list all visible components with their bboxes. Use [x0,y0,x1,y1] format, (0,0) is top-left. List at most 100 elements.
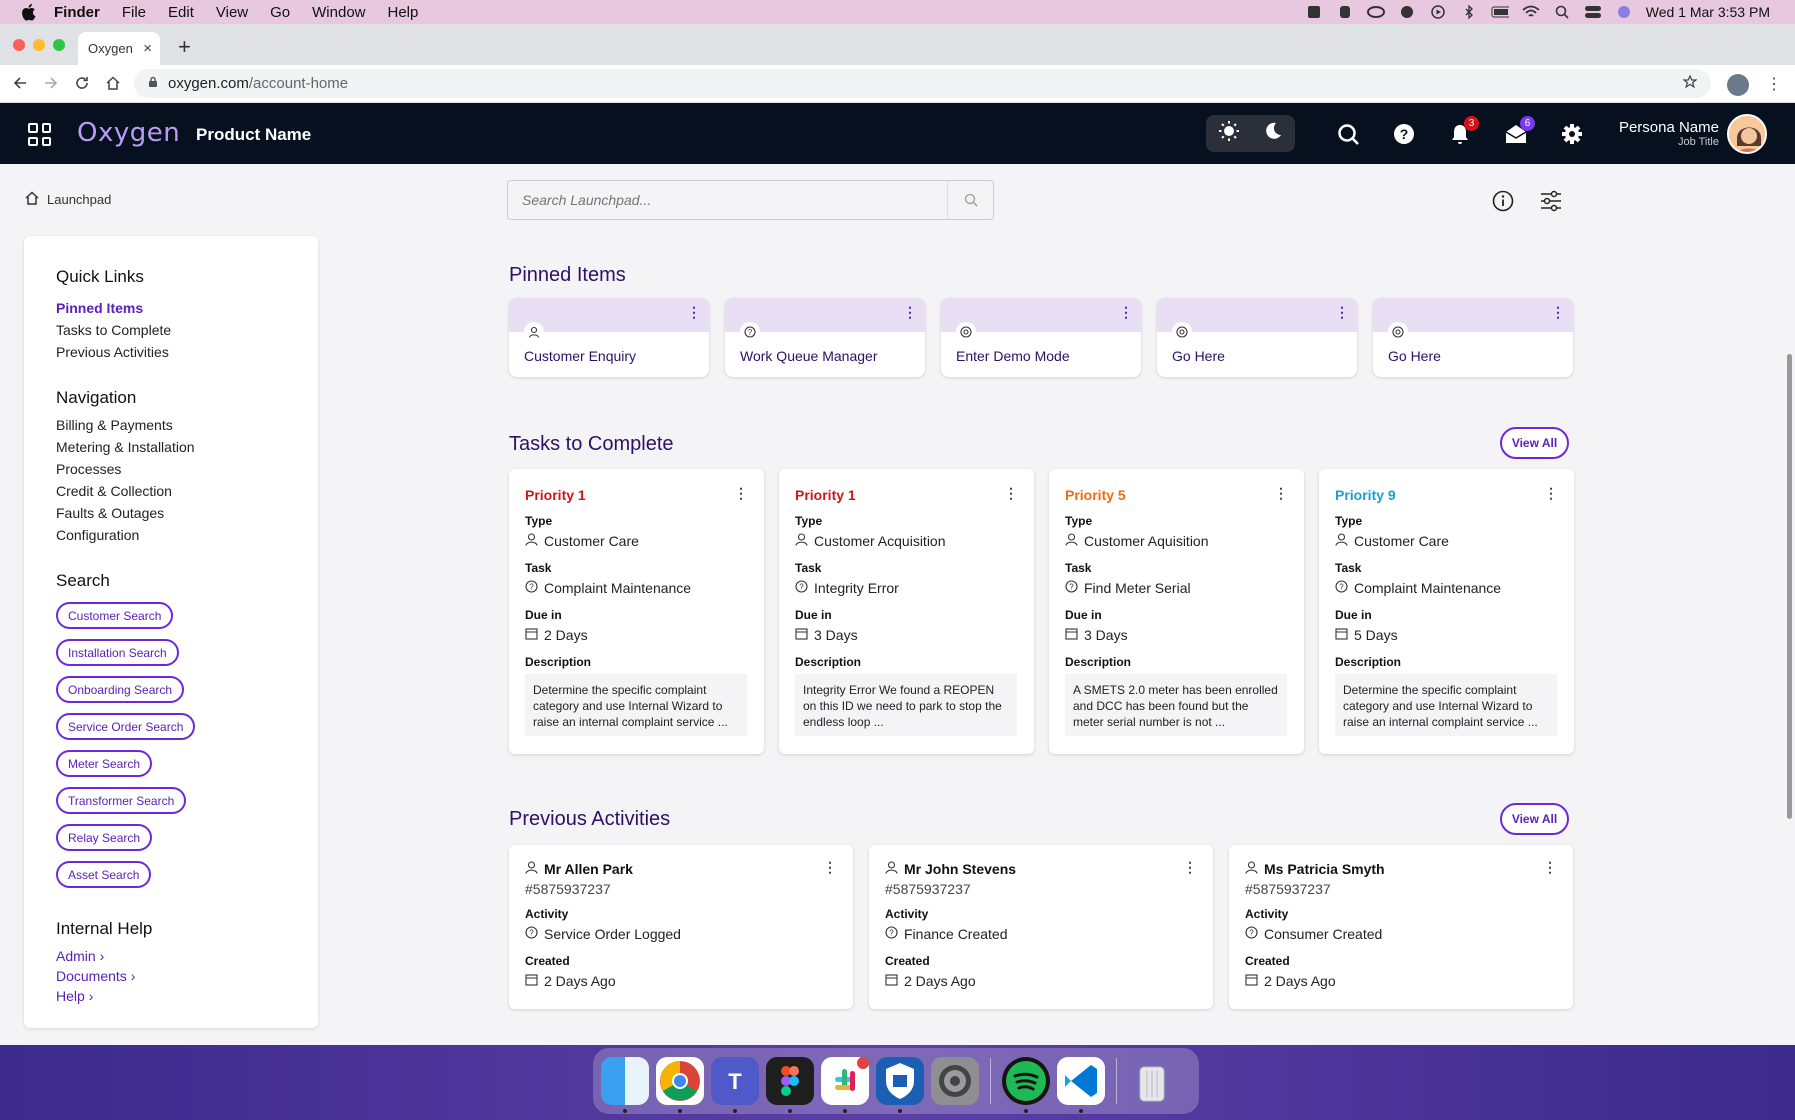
pinned-card[interactable]: ⋮ Go Here [1373,298,1573,377]
sidebar-item-processes[interactable]: Processes [56,461,121,477]
new-tab-button[interactable]: + [178,34,191,60]
spotlight-search-icon[interactable] [1553,5,1571,19]
finder-icon[interactable] [601,1057,649,1113]
meter-search-button[interactable]: Meter Search [56,750,153,777]
forward-arrow-icon[interactable] [42,74,60,92]
sidebar-item-previous-activities[interactable]: Previous Activities [56,344,169,360]
sidebar-item-billing[interactable]: Billing & Payments [56,417,173,433]
help-icon[interactable]: ? [1392,122,1416,146]
browser-menu-icon[interactable]: ⋮ [1766,74,1782,94]
tasks-view-all-button[interactable]: View All [1500,427,1569,459]
battery-icon[interactable] [1491,5,1509,19]
help-link-admin[interactable]: Admin › [56,948,104,964]
customer-search-button[interactable]: Customer Search [56,602,174,629]
apple-icon[interactable] [20,3,38,21]
pinned-card[interactable]: ⋮ Enter Demo Mode [941,298,1141,377]
service-order-search-button[interactable]: Service Order Search [56,713,196,740]
relay-search-button[interactable]: Relay Search [56,824,153,851]
task-card[interactable]: Priority 5 ⋮ Type Customer Aquisition Ta… [1049,469,1304,754]
browser-profile-avatar[interactable] [1727,74,1749,96]
menu-go[interactable]: Go [270,4,290,21]
activity-card[interactable]: Ms Patricia Smyth #5875937237 ⋮ Activity… [1229,845,1573,1009]
info-icon[interactable] [1490,188,1516,214]
oxygen-logo[interactable]: Oxygen [77,118,180,148]
more-options-icon[interactable]: ⋮ [1183,859,1197,876]
search-icon[interactable] [1336,122,1360,146]
persona-info[interactable]: Persona Name Job Title [1619,119,1719,148]
more-options-icon[interactable]: ⋮ [1335,304,1349,321]
sidebar-item-pinned-items[interactable]: Pinned Items [56,300,143,316]
teams-icon[interactable]: T [711,1057,759,1113]
more-options-icon[interactable]: ⋮ [1119,304,1133,321]
help-link-help[interactable]: Help › [56,988,93,1004]
sun-icon[interactable] [1218,120,1240,147]
scrollbar-thumb[interactable] [1787,354,1792,819]
figma-status-icon[interactable] [1305,5,1323,19]
activity-card[interactable]: Mr John Stevens #5875937237 ⋮ Activity ?… [869,845,1213,1009]
figma-icon[interactable] [766,1057,814,1113]
trash-icon[interactable] [1128,1057,1176,1105]
menu-view[interactable]: View [216,4,248,21]
gear-icon[interactable] [1560,122,1584,146]
task-card[interactable]: Priority 9 ⋮ Type Customer Care Task ? Co… [1319,469,1574,754]
pinned-card[interactable]: ⋮ Go Here [1157,298,1357,377]
mail-icon[interactable]: 6 [1504,116,1535,146]
menu-finder[interactable]: Finder [54,4,100,21]
close-tab-icon[interactable]: × [143,40,152,57]
theme-toggle[interactable] [1206,115,1295,152]
search-input[interactable] [508,181,947,219]
more-options-icon[interactable]: ⋮ [1274,485,1288,502]
search-button[interactable] [947,181,993,219]
chrome-icon[interactable] [656,1057,704,1113]
close-window-button[interactable] [13,39,25,51]
app-status-icon[interactable] [1336,5,1354,19]
sidebar-item-tasks[interactable]: Tasks to Complete [56,322,171,338]
spotify-icon[interactable] [1002,1057,1050,1113]
vscode-icon[interactable] [1057,1057,1105,1113]
wifi-icon[interactable] [1522,5,1540,19]
creative-cloud-icon[interactable] [1366,5,1385,19]
filter-settings-icon[interactable] [1538,188,1564,214]
more-options-icon[interactable]: ⋮ [1544,485,1558,502]
activity-card[interactable]: Mr Allen Park #5875937237 ⋮ Activity ? Se… [509,845,853,1009]
menu-help[interactable]: Help [388,4,419,21]
more-options-icon[interactable]: ⋮ [1004,485,1018,502]
task-card[interactable]: Priority 1 ⋮ Type Customer Acquisition T… [779,469,1034,754]
page-scrollbar[interactable] [1785,164,1795,1045]
shield-app-icon[interactable] [876,1057,924,1113]
more-options-icon[interactable]: ⋮ [823,859,837,876]
help-link-documents[interactable]: Documents › [56,968,135,984]
address-bar[interactable]: oxygen.com/account-home [134,69,1711,98]
minimize-window-button[interactable] [33,39,45,51]
moon-icon[interactable] [1263,121,1283,146]
slack-icon[interactable] [821,1057,869,1113]
transformer-search-button[interactable]: Transformer Search [56,787,187,814]
settings-app-icon[interactable] [931,1057,979,1105]
browser-tab[interactable]: Oxygen × [78,32,160,65]
menu-edit[interactable]: Edit [168,4,194,21]
zoom-window-button[interactable] [53,39,65,51]
pinned-card[interactable]: ? ⋮ Work Queue Manager [725,298,925,377]
avatar[interactable] [1727,114,1767,154]
more-options-icon[interactable]: ⋮ [1551,304,1565,321]
task-card[interactable]: Priority 1 ⋮ Type Customer Care Task ? Co… [509,469,764,754]
more-options-icon[interactable]: ⋮ [734,485,748,502]
menu-window[interactable]: Window [312,4,365,21]
more-options-icon[interactable]: ⋮ [903,304,917,321]
breadcrumb[interactable]: Launchpad [25,191,111,208]
activities-view-all-button[interactable]: View All [1500,803,1569,835]
sidebar-item-configuration[interactable]: Configuration [56,527,139,543]
cloud-app-icon[interactable] [1398,5,1416,19]
app-grid-icon[interactable] [28,123,51,146]
play-icon[interactable] [1429,5,1447,19]
bluetooth-icon[interactable] [1460,5,1478,19]
reload-icon[interactable] [73,74,91,92]
breadcrumb-launchpad[interactable]: Launchpad [47,192,111,207]
menu-file[interactable]: File [122,4,146,21]
installation-search-button[interactable]: Installation Search [56,639,179,666]
sidebar-item-faults[interactable]: Faults & Outages [56,505,164,521]
bell-icon[interactable]: 3 [1448,116,1479,146]
siri-icon[interactable] [1615,5,1633,19]
bookmark-star-icon[interactable] [1682,74,1698,93]
more-options-icon[interactable]: ⋮ [1543,859,1557,876]
